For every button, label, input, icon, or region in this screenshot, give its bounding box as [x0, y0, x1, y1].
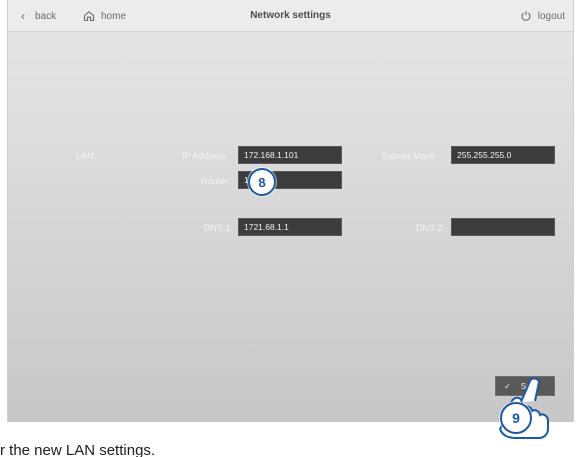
dns-1-label: DNS 1:: [204, 223, 234, 233]
dns-2-field[interactable]: [451, 218, 555, 236]
logout-label: logout: [537, 10, 565, 22]
device-screen: ‹ back home Network settings logout LAN:…: [7, 0, 574, 422]
logout-button[interactable]: logout: [519, 8, 565, 24]
router-label: Router:: [201, 176, 231, 186]
page-title: Network settings: [250, 10, 331, 21]
ip-address-label: IP Address:: [182, 151, 228, 161]
page: ‹ back home Network settings logout LAN:…: [0, 0, 579, 457]
subnet-mask-label: Subnet Mask:: [382, 151, 438, 161]
lan-label: LAN:: [76, 151, 97, 161]
bottom-caption: r the new LAN settings.: [0, 442, 156, 457]
top-bar: ‹ back home Network settings logout: [8, 0, 573, 32]
dns-2-label: DNS 2:: [416, 223, 446, 233]
dns-1-field[interactable]: 1721.68.1.1: [238, 218, 342, 236]
power-icon: [519, 9, 533, 23]
ip-address-field[interactable]: 172.168.1.101: [238, 146, 342, 164]
subnet-mask-field[interactable]: 255.255.255.0: [451, 146, 555, 164]
step-9-marker: 9: [500, 402, 532, 434]
